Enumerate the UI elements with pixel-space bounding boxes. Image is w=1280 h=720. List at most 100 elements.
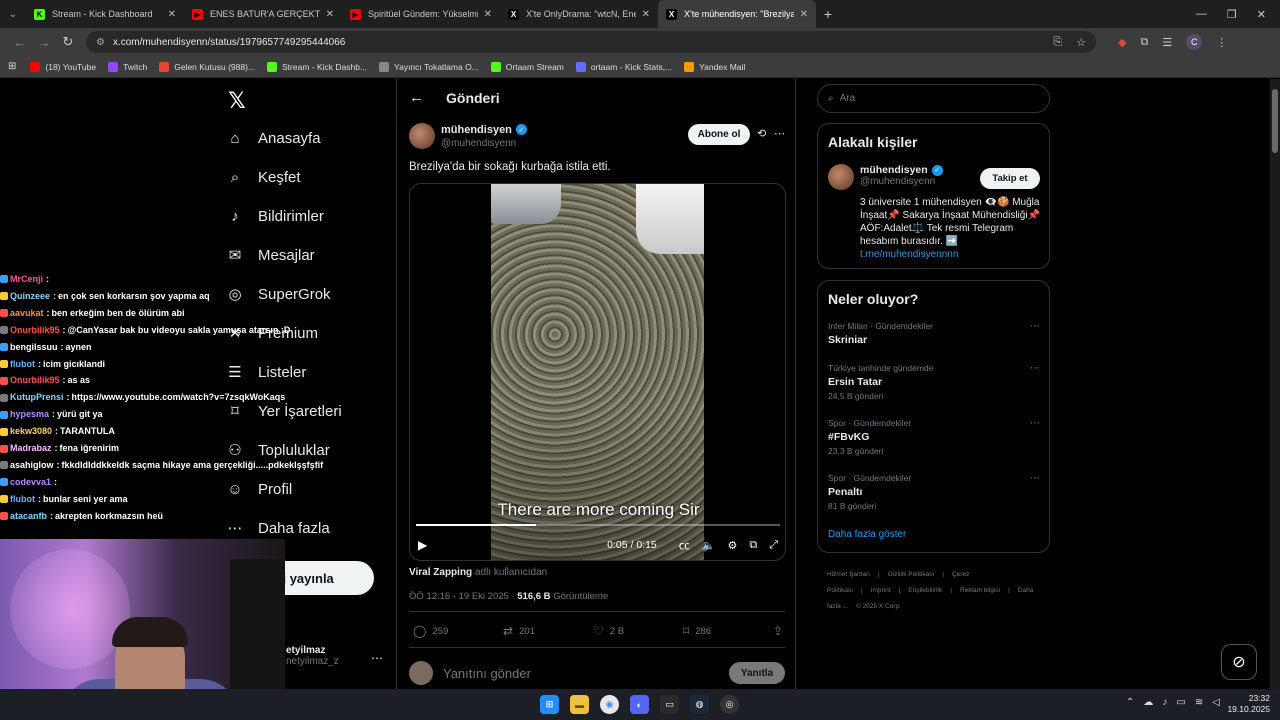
account-more-icon[interactable]: ⋯ <box>371 651 383 665</box>
trend-more-icon[interactable]: ⋯ <box>1030 321 1040 332</box>
menu-icon[interactable]: ⋮ <box>1216 36 1227 49</box>
follow-button[interactable]: Takip et <box>980 168 1040 189</box>
nav-item-bell[interactable]: ♪ Bildirimler <box>226 207 324 225</box>
close-tab-icon[interactable]: ✕ <box>484 9 492 20</box>
chrome-icon[interactable]: ◉ <box>600 695 619 714</box>
popout-icon[interactable]: ⧉ <box>749 539 757 552</box>
trend-more-icon[interactable]: ⋯ <box>1030 418 1040 429</box>
like-action[interactable]: ♡ 2 B <box>593 624 683 638</box>
author-handle[interactable]: @muhendisyenn <box>441 138 527 149</box>
related-avatar[interactable] <box>828 164 854 190</box>
footer-link[interactable]: © 2025 X Corp. <box>856 603 901 610</box>
close-tab-icon[interactable]: ✕ <box>326 9 334 20</box>
bookmark-item[interactable]: Gelen Kutusu (988)... <box>159 61 255 72</box>
close-tab-icon[interactable]: ✕ <box>168 9 176 20</box>
close-tab-icon[interactable]: ✕ <box>642 9 650 20</box>
post-timestamp[interactable]: ÖÖ 12:16 · 19 Eki 2025 · <box>409 591 517 602</box>
play-icon[interactable]: ▶ <box>418 538 427 552</box>
bookmark-item[interactable]: Stream - Kick Dashb... <box>267 61 367 72</box>
mic-icon[interactable]: ♪ <box>1162 697 1167 708</box>
star-icon[interactable]: ☆ <box>1076 36 1086 49</box>
puzzle-icon[interactable]: ⧉ <box>1140 36 1148 49</box>
chevron-up-icon[interactable]: ⌃ <box>1126 697 1134 708</box>
file-explorer-icon[interactable]: ▬ <box>570 695 589 714</box>
install-icon[interactable]: ⎘ <box>1053 36 1062 49</box>
address-bar[interactable]: ⚙ x.com/muhendisyenn/status/197965774929… <box>86 31 1096 53</box>
account-switcher[interactable]: etyilmaz netyilmaz_z <box>286 645 339 667</box>
reply-button[interactable]: Yanıtla <box>729 662 785 684</box>
author-avatar[interactable] <box>409 123 435 149</box>
profile-avatar[interactable]: C <box>1186 34 1203 50</box>
share-action[interactable]: ⇪ <box>773 624 783 638</box>
captions-icon[interactable]: ㏄ <box>679 537 690 553</box>
fullscreen-icon[interactable]: ⤢ <box>769 539 778 552</box>
display-icon[interactable]: ▭ <box>1176 697 1185 708</box>
video-progress-bar[interactable] <box>416 524 780 526</box>
related-name[interactable]: mühendisyen <box>860 164 928 176</box>
show-more-link[interactable]: Daha fazla göster <box>828 529 906 540</box>
reload-icon[interactable]: ↻ <box>56 34 80 50</box>
bookmark-item[interactable]: (18) YouTube <box>30 61 96 72</box>
terminal-icon[interactable]: ▭ <box>660 695 679 714</box>
bookmark-item[interactable]: Yayıncı Tokatlama O... <box>379 61 479 72</box>
browser-tab[interactable]: ▶ Spiritüel Gündem: Yükselmiş Ü ✕ <box>342 0 500 28</box>
nav-item-search[interactable]: ⌕ Keşfet <box>226 168 301 186</box>
browser-tab[interactable]: X X'te mühendisyen: "Brezilya'da ✕ <box>658 0 816 28</box>
bookmark-item[interactable]: Yandex Mail <box>684 61 745 72</box>
trend-more-icon[interactable]: ⋯ <box>1030 473 1040 484</box>
grok-floating-button[interactable]: ⊘ <box>1221 644 1257 680</box>
new-tab-button[interactable]: + <box>816 6 840 22</box>
related-user[interactable]: mühendisyen ✓ @muhendisyenn <box>828 164 943 190</box>
bookmark-item[interactable]: Ortaam Stream <box>490 61 564 72</box>
footer-link[interactable]: Erişilebilirlik <box>908 587 942 594</box>
post-author[interactable]: mühendisyen ✓ @muhendisyenn <box>409 123 527 149</box>
bookmark-action[interactable]: ⌑ 286 <box>683 624 773 638</box>
subscribe-button[interactable]: Abone ol <box>688 124 750 145</box>
system-clock[interactable]: 23:32 19.10.2025 <box>1222 693 1270 715</box>
nav-item-mail[interactable]: ✉ Mesajlar <box>226 246 315 265</box>
footer-link[interactable]: Imprint <box>871 587 891 594</box>
close-window-icon[interactable]: ✕ <box>1257 8 1266 21</box>
trend-item[interactable]: Spor · Gündemdekiler #FBvKG 23,3 B gönderi… <box>828 418 1040 456</box>
volume-icon[interactable]: ◁ <box>1212 697 1220 708</box>
reply-input[interactable]: Yanıtını gönder <box>443 666 531 681</box>
back-arrow-icon[interactable]: ← <box>409 89 424 106</box>
video-player[interactable]: There are more coming Sir ▶ 0:05 / 0:15 … <box>409 183 786 561</box>
reply-action[interactable]: ◯ 259 <box>413 624 503 638</box>
trend-more-icon[interactable]: ⋯ <box>1030 363 1040 374</box>
discord-icon[interactable]: ◐ <box>630 695 649 714</box>
bookmark-item[interactable]: ortaam - Kick Stats,... <box>575 61 672 72</box>
browser-tab[interactable]: X X'te OnlyDrama: "wtcN, Enes B ✕ <box>500 0 658 28</box>
repost-action[interactable]: ⇄ 201 <box>503 624 593 638</box>
author-name[interactable]: mühendisyen <box>441 124 512 136</box>
volume-icon[interactable]: 🔈 <box>702 539 716 552</box>
network-app-icon[interactable]: ☁ <box>1143 697 1153 708</box>
trend-item[interactable]: Spor · Gündemdekiler Penaltı 81 B gönderi ⋯ <box>828 473 1040 511</box>
search-input[interactable]: ⌕ Ara <box>817 84 1050 113</box>
browser-tab[interactable]: ▶ ENES BATUR'A GERÇEKTEN NE ✕ <box>184 0 342 28</box>
steam-icon[interactable]: ◍ <box>690 695 709 714</box>
settings-icon[interactable]: ⚙ <box>727 539 737 552</box>
bio-link[interactable]: t.me/muhendisyennnn <box>860 249 958 260</box>
apps-icon[interactable]: ⊞ <box>8 61 16 72</box>
footer-link[interactable]: Hizmet Şartları <box>827 571 870 578</box>
site-info-icon[interactable]: ⚙ <box>96 37 105 48</box>
browser-tab[interactable]: K Stream - Kick Dashboard ✕ <box>26 0 184 28</box>
obs-icon[interactable]: ◎ <box>720 695 739 714</box>
credit-name[interactable]: Viral Zapping <box>409 567 472 578</box>
trend-item[interactable]: Inter Milan · Gündemdekiler Skriniar ⋯ <box>828 321 1040 349</box>
bookmark-item[interactable]: Twitch <box>108 61 147 72</box>
nav-item-home[interactable]: ⌂ Anasayfa <box>226 129 320 147</box>
related-handle[interactable]: @muhendisyenn <box>860 176 943 187</box>
close-tab-icon[interactable]: ✕ <box>800 9 808 20</box>
extension-icon[interactable]: ◆ <box>1118 36 1126 49</box>
trend-item[interactable]: Türkiye tarihinde gündemde Ersin Tatar 24,… <box>828 363 1040 401</box>
back-icon[interactable]: ← <box>8 35 32 50</box>
grok-icon[interactable]: ⟲ <box>757 127 766 140</box>
forward-icon[interactable]: → <box>32 35 56 50</box>
more-options-icon[interactable]: ⋯ <box>774 127 785 140</box>
reading-list-icon[interactable]: ☰ <box>1162 36 1172 49</box>
maximize-icon[interactable]: ❐ <box>1227 8 1237 21</box>
wifi-icon[interactable]: ≋ <box>1195 697 1203 708</box>
footer-link[interactable]: Reklam bilgisi <box>960 587 1000 594</box>
